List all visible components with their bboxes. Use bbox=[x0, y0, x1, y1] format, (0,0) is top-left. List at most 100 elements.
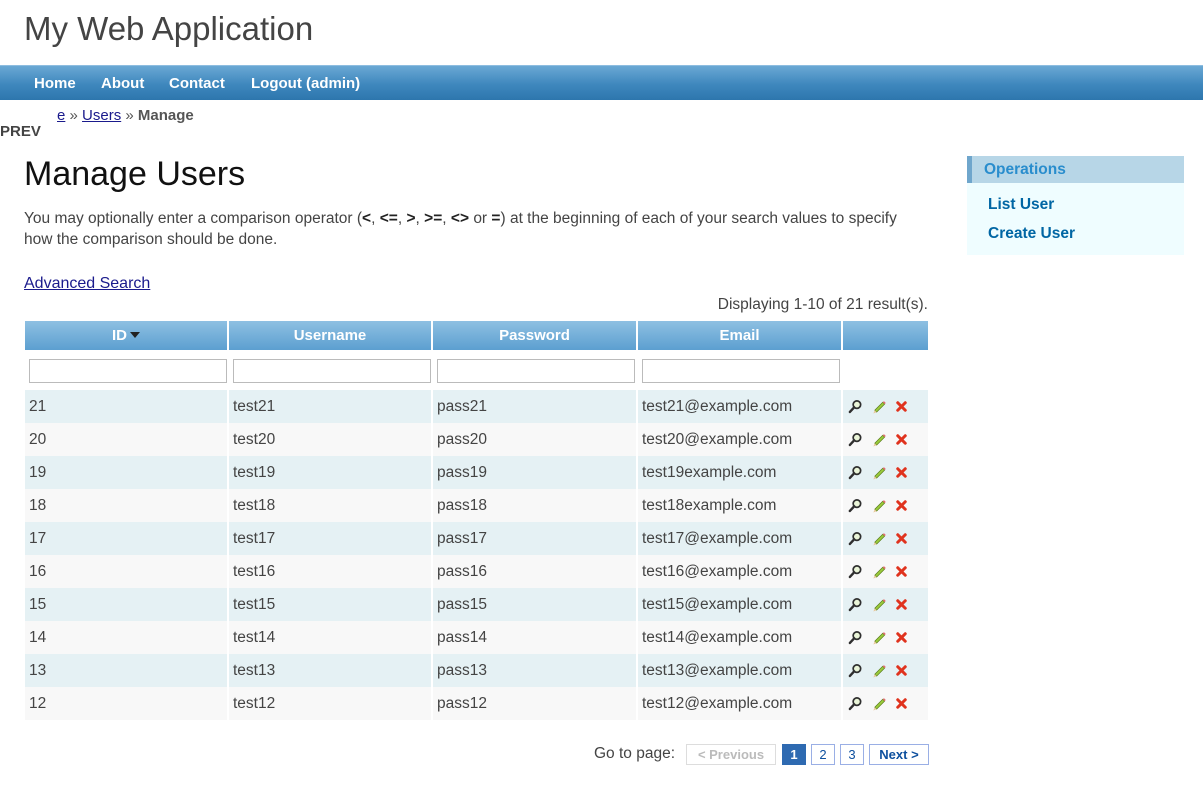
update-icon[interactable] bbox=[870, 663, 886, 679]
row-actions bbox=[843, 489, 928, 522]
row-actions bbox=[843, 456, 928, 489]
view-icon[interactable] bbox=[847, 696, 863, 712]
update-icon[interactable] bbox=[870, 564, 886, 580]
update-icon[interactable] bbox=[870, 696, 886, 712]
filter-password-input[interactable] bbox=[437, 359, 635, 383]
search-help-text: You may optionally enter a comparison op… bbox=[24, 210, 897, 248]
update-icon[interactable] bbox=[870, 630, 886, 646]
page-2-button[interactable]: 2 bbox=[811, 744, 835, 765]
cell-id: 13 bbox=[25, 654, 229, 687]
table-row: 19 test19 pass19 test19example.com bbox=[25, 456, 928, 489]
breadcrumb-separator: » bbox=[69, 107, 78, 124]
update-icon[interactable] bbox=[870, 399, 886, 415]
row-actions bbox=[843, 522, 928, 555]
cell-password: pass20 bbox=[433, 423, 638, 456]
delete-icon[interactable] bbox=[893, 597, 909, 613]
column-header-id[interactable]: ID bbox=[25, 321, 229, 350]
menu-home[interactable]: Home bbox=[34, 75, 76, 92]
results-summary: Displaying 1-10 of 21 result(s). bbox=[717, 296, 928, 313]
table-row: 17 test17 pass17 test17@example.com bbox=[25, 522, 928, 555]
table-row: 15 test15 pass15 test15@example.com bbox=[25, 588, 928, 621]
cell-id: 19 bbox=[25, 456, 229, 489]
table-row: 12 test12 pass12 test12@example.com bbox=[25, 687, 928, 720]
cell-username: test20 bbox=[229, 423, 433, 456]
cell-username: test18 bbox=[229, 489, 433, 522]
breadcrumb-home[interactable]: e bbox=[57, 107, 65, 124]
menu-contact[interactable]: Contact bbox=[169, 75, 225, 92]
table-row: 14 test14 pass14 test14@example.com bbox=[25, 621, 928, 654]
cell-username: test14 bbox=[229, 621, 433, 654]
column-header-email[interactable]: Email bbox=[638, 321, 843, 350]
cell-email: test19example.com bbox=[638, 456, 843, 489]
breadcrumb: e » Users » Manage bbox=[57, 107, 194, 124]
view-icon[interactable] bbox=[847, 597, 863, 613]
next-page-button[interactable]: Next > bbox=[869, 744, 929, 765]
pager-label: Go to page: bbox=[594, 745, 676, 762]
view-icon[interactable] bbox=[847, 564, 863, 580]
menu-logout[interactable]: Logout (admin) bbox=[251, 75, 360, 92]
table-row: 20 test20 pass20 test20@example.com bbox=[25, 423, 928, 456]
view-icon[interactable] bbox=[847, 432, 863, 448]
delete-icon[interactable] bbox=[893, 696, 909, 712]
cell-password: pass21 bbox=[433, 390, 638, 423]
filter-username-input[interactable] bbox=[233, 359, 431, 383]
delete-icon[interactable] bbox=[893, 630, 909, 646]
cell-password: pass15 bbox=[433, 588, 638, 621]
row-actions bbox=[843, 621, 928, 654]
page-1-button[interactable]: 1 bbox=[782, 744, 806, 765]
table-header: ID Username Password Email bbox=[25, 321, 928, 350]
delete-icon[interactable] bbox=[893, 399, 909, 415]
view-icon[interactable] bbox=[847, 498, 863, 514]
cell-id: 20 bbox=[25, 423, 229, 456]
filter-email-input[interactable] bbox=[642, 359, 840, 383]
menu-about[interactable]: About bbox=[101, 75, 144, 92]
update-icon[interactable] bbox=[870, 597, 886, 613]
cell-username: test21 bbox=[229, 390, 433, 423]
cell-id: 21 bbox=[25, 390, 229, 423]
cell-username: test13 bbox=[229, 654, 433, 687]
delete-icon[interactable] bbox=[893, 564, 909, 580]
column-header-password[interactable]: Password bbox=[433, 321, 638, 350]
view-icon[interactable] bbox=[847, 531, 863, 547]
delete-icon[interactable] bbox=[893, 432, 909, 448]
cell-username: test16 bbox=[229, 555, 433, 588]
cell-password: pass19 bbox=[433, 456, 638, 489]
list-user-link[interactable]: List User bbox=[988, 196, 1054, 214]
users-grid: ID Username Password Email 21 test21 pass2… bbox=[25, 321, 928, 720]
update-icon[interactable] bbox=[870, 465, 886, 481]
row-actions bbox=[843, 390, 928, 423]
view-icon[interactable] bbox=[847, 465, 863, 481]
page-3-button[interactable]: 3 bbox=[840, 744, 864, 765]
cell-email: test20@example.com bbox=[638, 423, 843, 456]
cell-id: 16 bbox=[25, 555, 229, 588]
row-actions bbox=[843, 654, 928, 687]
update-icon[interactable] bbox=[870, 498, 886, 514]
view-icon[interactable] bbox=[847, 630, 863, 646]
cell-email: test12@example.com bbox=[638, 687, 843, 720]
delete-icon[interactable] bbox=[893, 465, 909, 481]
cell-id: 17 bbox=[25, 522, 229, 555]
cell-email: test18example.com bbox=[638, 489, 843, 522]
sort-desc-icon bbox=[130, 332, 140, 339]
filter-id-input[interactable] bbox=[29, 359, 227, 383]
delete-icon[interactable] bbox=[893, 531, 909, 547]
create-user-link[interactable]: Create User bbox=[988, 225, 1075, 243]
advanced-search-link[interactable]: Advanced Search bbox=[24, 275, 150, 293]
delete-icon[interactable] bbox=[893, 498, 909, 514]
cell-password: pass16 bbox=[433, 555, 638, 588]
breadcrumb-users[interactable]: Users bbox=[82, 107, 121, 124]
app-title: My Web Application bbox=[24, 10, 314, 47]
table-row: 18 test18 pass18 test18example.com bbox=[25, 489, 928, 522]
column-header-username[interactable]: Username bbox=[229, 321, 433, 350]
operations-title: Operations bbox=[967, 156, 1184, 183]
delete-icon[interactable] bbox=[893, 663, 909, 679]
update-icon[interactable] bbox=[870, 432, 886, 448]
view-icon[interactable] bbox=[847, 399, 863, 415]
previous-page-button[interactable]: < Previous bbox=[686, 744, 776, 765]
filter-row bbox=[25, 350, 928, 390]
column-header-actions bbox=[843, 321, 928, 350]
table-row: 16 test16 pass16 test16@example.com bbox=[25, 555, 928, 588]
view-icon[interactable] bbox=[847, 663, 863, 679]
cell-password: pass17 bbox=[433, 522, 638, 555]
update-icon[interactable] bbox=[870, 531, 886, 547]
